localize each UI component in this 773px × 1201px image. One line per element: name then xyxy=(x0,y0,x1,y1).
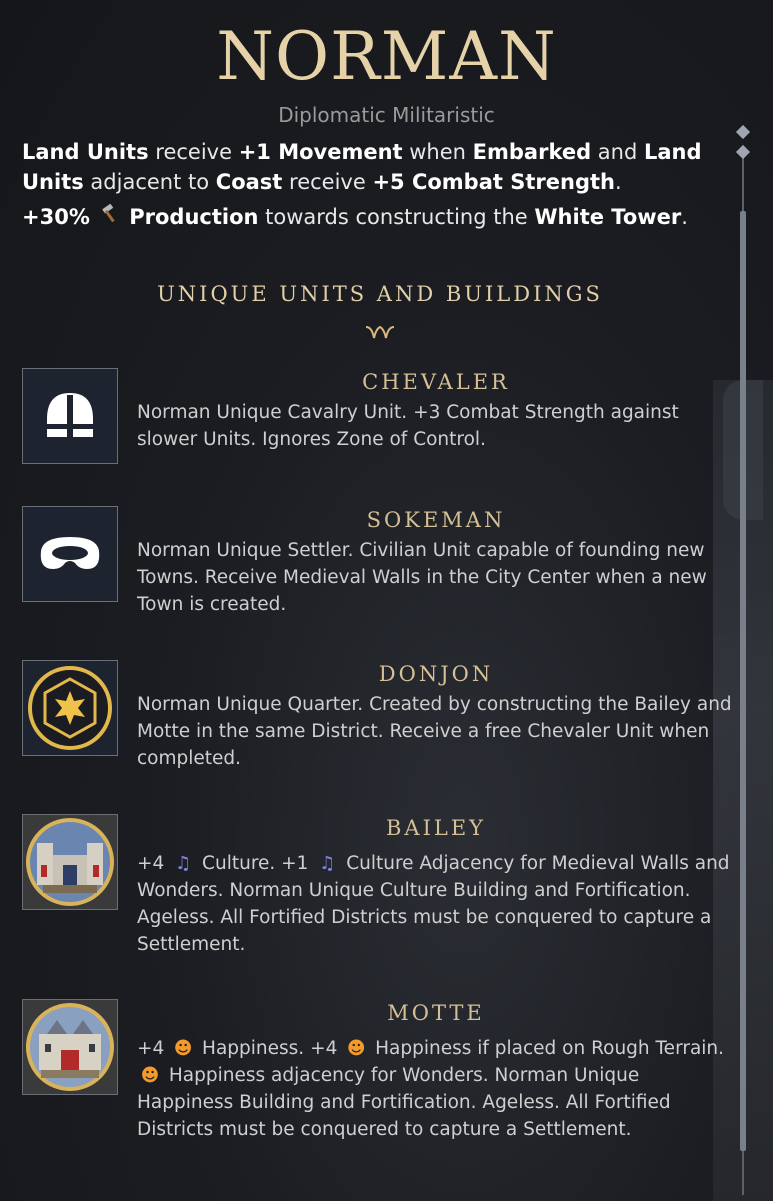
scroll-top-gem xyxy=(735,124,751,140)
hammer-icon xyxy=(97,202,123,232)
item-desc-motte: +4 ☻ Happiness. +4 ☻ Happiness if placed… xyxy=(137,1035,737,1143)
section-header: UNIQUE UNITS AND BUILDINGS xyxy=(157,282,603,306)
item-desc-donjon: Norman Unique Quarter. Created by constr… xyxy=(137,694,732,769)
happiness-icon: ☻ xyxy=(140,1065,160,1086)
culture-icon: ♫ xyxy=(319,853,336,874)
item-name-chevaler: CHEVALER xyxy=(362,370,510,394)
happiness-icon: ☻ xyxy=(346,1038,366,1059)
item-desc-bailey: +4 ♫ Culture. +1 ♫ Culture Adjacency for… xyxy=(137,850,737,958)
chevaler-icon xyxy=(22,368,118,464)
donjon-icon xyxy=(22,660,118,756)
civ-title: NORMAN xyxy=(216,18,557,95)
item-name-sokeman: SOKEMAN xyxy=(366,508,506,532)
happiness-icon: ☻ xyxy=(173,1038,193,1059)
scroll-thumb[interactable] xyxy=(740,211,746,1151)
civ-traits: Diplomatic Militaristic xyxy=(278,103,495,127)
item-name-bailey: BAILEY xyxy=(385,816,487,840)
sokeman-icon xyxy=(22,506,118,602)
scroll-top-gem-2 xyxy=(735,144,751,160)
ability-text-movement: Land Units receive +1 Movement when Emba… xyxy=(22,140,702,194)
ornamental-divider xyxy=(200,325,560,339)
item-name-motte: MOTTE xyxy=(387,1001,485,1025)
item-desc-sokeman: Norman Unique Settler. Civilian Unit cap… xyxy=(137,540,707,615)
item-desc-chevaler: Norman Unique Cavalry Unit. +3 Combat St… xyxy=(137,402,679,450)
scrollbar[interactable] xyxy=(735,124,751,1195)
motte-icon xyxy=(22,999,118,1095)
culture-icon: ♫ xyxy=(175,853,192,874)
bailey-icon xyxy=(22,814,118,910)
item-name-donjon: DONJON xyxy=(378,662,494,686)
ability-text-production: +30% Production towards constructing the… xyxy=(22,202,722,232)
